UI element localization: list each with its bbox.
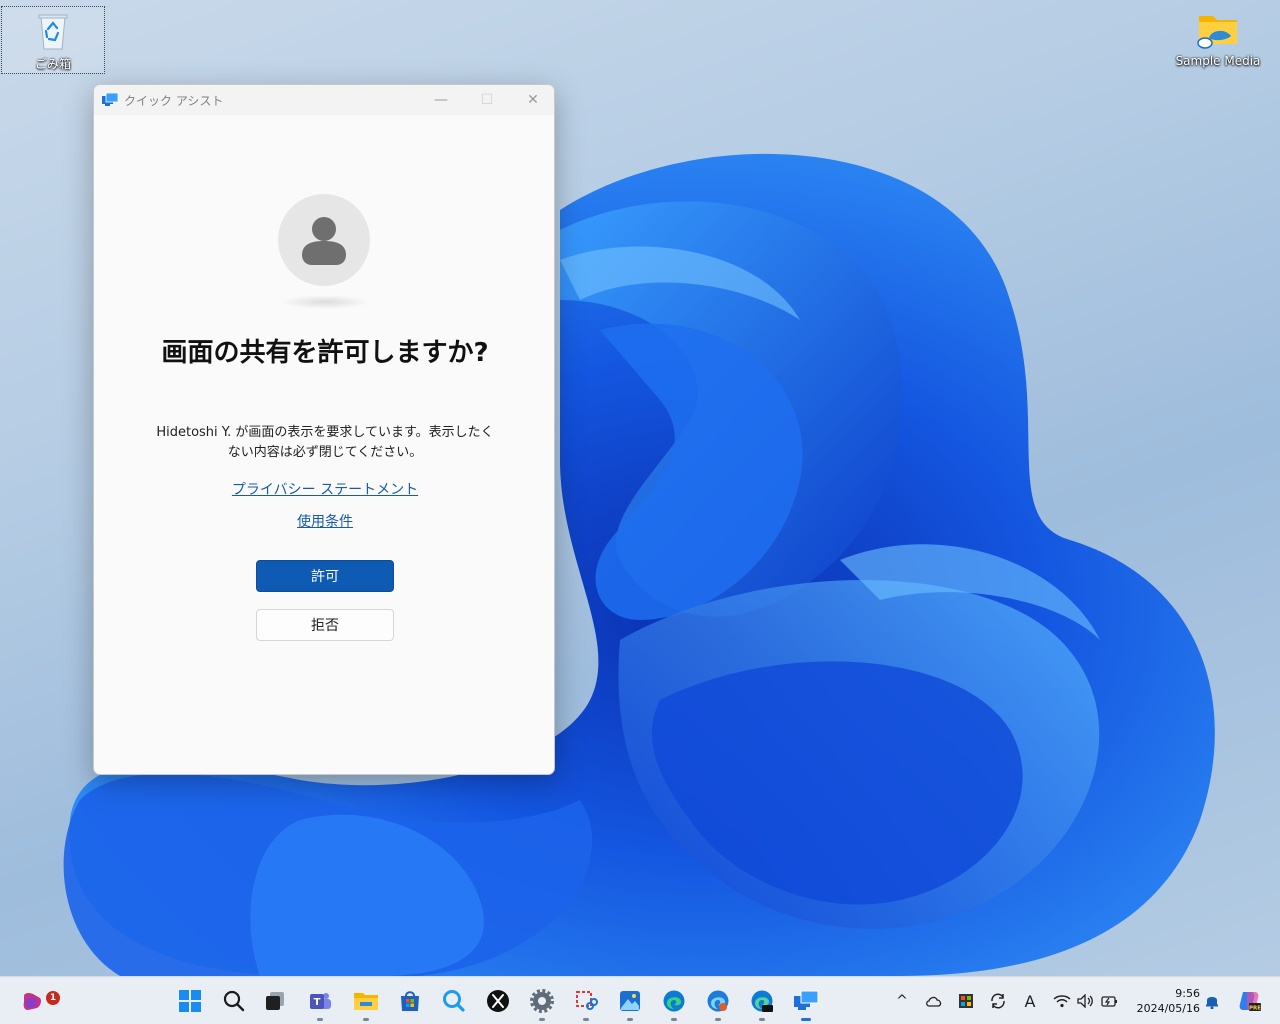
running-indicator bbox=[715, 1018, 721, 1021]
folder-cloud-icon bbox=[1197, 16, 1237, 49]
svg-text:T: T bbox=[314, 997, 321, 1008]
maximize-icon: ☐ bbox=[480, 92, 494, 108]
clock[interactable]: 9:56 2024/05/16 bbox=[1130, 986, 1200, 1016]
start-icon bbox=[179, 990, 201, 1012]
quick-assist-icon bbox=[102, 93, 118, 106]
sync-button[interactable] bbox=[988, 991, 1008, 1011]
copilot-icon: PRE bbox=[1239, 992, 1261, 1012]
widgets-badge: 1 bbox=[46, 991, 60, 1005]
start-button[interactable] bbox=[172, 983, 208, 1019]
color-palette-icon bbox=[959, 994, 973, 1008]
copilot-button[interactable]: PRE bbox=[1236, 991, 1262, 1012]
edge-beta-button[interactable] bbox=[700, 983, 736, 1021]
wifi-icon bbox=[1053, 995, 1071, 1008]
settings-button[interactable] bbox=[524, 983, 560, 1021]
edge-beta-icon bbox=[707, 990, 729, 1012]
snipping-tool-icon bbox=[576, 991, 598, 1010]
task-view-icon bbox=[266, 992, 284, 1010]
quick-assist-window: クイック アシスト — ☐ ✕ 画面の共有を許可しますか? Hidetoshi … bbox=[93, 84, 555, 775]
taskbar: 1 T ^ A 9:56 2024/05/16 PRE bbox=[0, 976, 1280, 1024]
privacy-statement-link[interactable]: プライバシー ステートメント bbox=[94, 479, 554, 499]
battery-plug-icon bbox=[1101, 996, 1117, 1007]
speaker-icon bbox=[1077, 994, 1093, 1008]
search-button[interactable] bbox=[216, 983, 252, 1019]
running-indicator bbox=[627, 1018, 633, 1021]
allow-button[interactable]: 許可 bbox=[256, 560, 394, 592]
x-button[interactable] bbox=[480, 983, 516, 1019]
edge-dev-icon bbox=[751, 990, 773, 1012]
dialog-description: Hidetoshi Y. が画面の表示を要求しています。表示したくない内容は必ず… bbox=[156, 425, 494, 460]
store-icon bbox=[401, 991, 419, 1011]
recycle-bin-icon bbox=[38, 14, 68, 50]
app-tray-button[interactable] bbox=[956, 991, 976, 1011]
clock-time: 9:56 bbox=[1175, 987, 1200, 1000]
dialog-heading: 画面の共有を許可しますか? bbox=[161, 338, 489, 368]
maximize-button[interactable]: ☐ bbox=[464, 85, 510, 115]
file-explorer-button[interactable] bbox=[348, 983, 384, 1021]
volume-button[interactable] bbox=[1076, 991, 1096, 1011]
search-icon bbox=[223, 990, 245, 1012]
battery-button[interactable] bbox=[1100, 991, 1120, 1011]
desktop-icon-recycle-bin[interactable]: ごみ箱 bbox=[1, 6, 105, 74]
avatar bbox=[278, 194, 370, 286]
running-indicator bbox=[539, 1018, 545, 1021]
ime-mode-indicator: A bbox=[1024, 991, 1036, 1011]
desktop-icon-label: ごみ箱 bbox=[34, 57, 71, 71]
show-hidden-icons-button[interactable]: ^ bbox=[892, 991, 912, 1011]
teams-button[interactable]: T bbox=[302, 983, 338, 1021]
snipping-tool-button[interactable] bbox=[568, 983, 604, 1021]
store-button[interactable] bbox=[392, 983, 428, 1019]
running-indicator bbox=[801, 1018, 811, 1021]
photos-icon bbox=[620, 991, 640, 1011]
minimize-icon: — bbox=[434, 92, 448, 108]
edge-icon bbox=[663, 990, 685, 1012]
desktop-icon-label: Sample Media bbox=[1175, 54, 1261, 68]
svg-text:PRE: PRE bbox=[1249, 1006, 1261, 1012]
desktop-icon-sample-media[interactable]: Sample Media bbox=[1166, 6, 1270, 74]
sync-icon bbox=[991, 993, 1005, 1009]
running-indicator bbox=[363, 1018, 369, 1021]
bell-icon bbox=[1206, 997, 1218, 1009]
notifications-button[interactable] bbox=[1202, 991, 1222, 1011]
person-icon bbox=[302, 217, 346, 265]
edge-button[interactable] bbox=[656, 983, 692, 1021]
clock-date: 2024/05/16 bbox=[1136, 1002, 1200, 1015]
avatar-shadow bbox=[280, 295, 370, 309]
quick-assist-taskbar-button[interactable] bbox=[788, 983, 824, 1021]
search-app-button[interactable] bbox=[436, 983, 472, 1019]
minimize-button[interactable]: — bbox=[418, 85, 464, 115]
file-explorer-icon bbox=[354, 993, 378, 1010]
terms-of-use-link[interactable]: 使用条件 bbox=[94, 511, 554, 531]
running-indicator bbox=[759, 1018, 765, 1021]
network-button[interactable] bbox=[1052, 991, 1072, 1011]
cloud-icon bbox=[926, 996, 942, 1007]
task-view-button[interactable] bbox=[258, 983, 294, 1019]
settings-icon bbox=[530, 989, 554, 1013]
photos-button[interactable] bbox=[612, 983, 648, 1021]
close-button[interactable]: ✕ bbox=[510, 85, 554, 115]
running-indicator bbox=[671, 1018, 677, 1021]
quick-assist-icon bbox=[794, 990, 819, 1010]
widgets-button[interactable]: 1 bbox=[14, 983, 60, 1019]
edge-dev-button[interactable] bbox=[744, 983, 780, 1021]
window-title: クイック アシスト bbox=[124, 94, 224, 108]
x-icon bbox=[487, 990, 509, 1012]
title-bar[interactable]: クイック アシスト — ☐ ✕ bbox=[94, 85, 554, 115]
close-icon: ✕ bbox=[527, 92, 539, 108]
onedrive-button[interactable] bbox=[924, 991, 944, 1011]
teams-icon: T bbox=[310, 993, 331, 1009]
search-app-icon bbox=[443, 990, 465, 1012]
ime-button[interactable]: A bbox=[1020, 991, 1040, 1011]
running-indicator bbox=[583, 1018, 589, 1021]
widgets-icon bbox=[23, 992, 41, 1010]
chevron-up-icon: ^ bbox=[896, 993, 908, 1009]
running-indicator bbox=[317, 1018, 323, 1021]
deny-button[interactable]: 拒否 bbox=[256, 609, 394, 641]
